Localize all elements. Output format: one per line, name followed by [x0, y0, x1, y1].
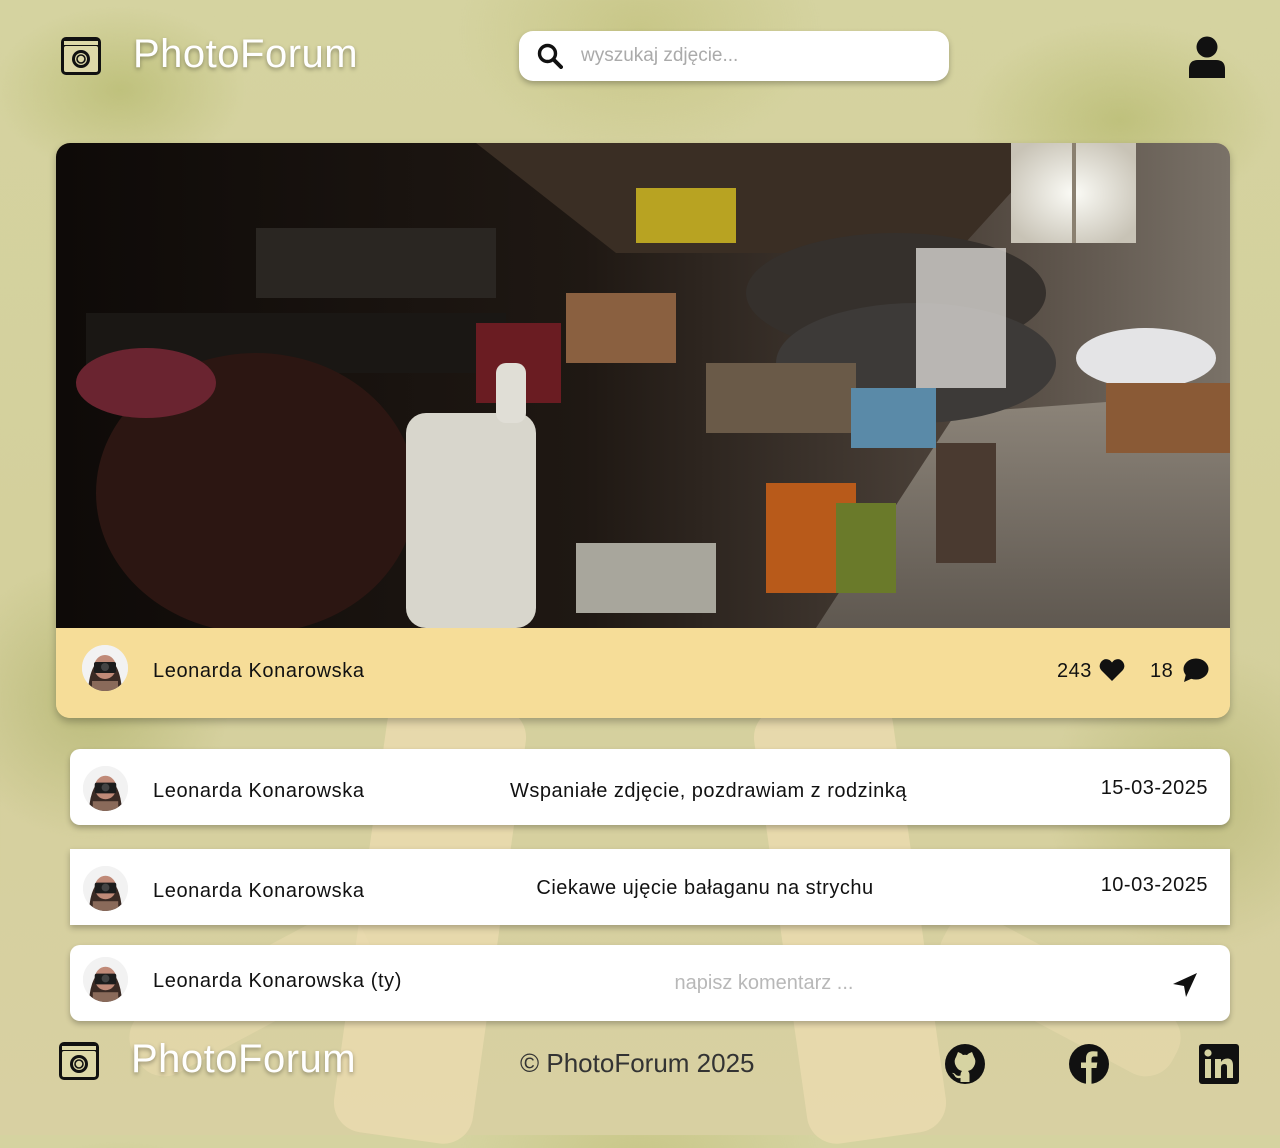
comment-item: Leonarda Konarowska Ciekawe ujęcie bałag… [70, 849, 1230, 925]
linkedin-icon[interactable] [1198, 1043, 1240, 1085]
footer-brand[interactable]: PhotoForum [131, 1037, 356, 1082]
github-icon[interactable] [944, 1043, 986, 1085]
comment-text: Ciekawe ujęcie bałaganu na strychu [536, 877, 874, 899]
post-meta-bar: Leonarda Konarowska 243 18 [56, 628, 1230, 718]
comment-date: 10-03-2025 [1100, 874, 1208, 896]
like-count: 243 [1057, 660, 1092, 682]
new-comment-form: Leonarda Konarowska (ty) [70, 945, 1230, 1021]
photo-post: Leonarda Konarowska 243 18 [56, 143, 1230, 718]
heart-icon[interactable] [1099, 658, 1125, 682]
avatar[interactable] [83, 866, 128, 911]
brand-title[interactable]: PhotoForum [133, 32, 358, 77]
search-input[interactable] [579, 44, 923, 68]
facebook-icon[interactable] [1068, 1043, 1110, 1085]
avatar[interactable] [83, 766, 128, 811]
current-user-name: Leonarda Konarowska (ty) [153, 970, 402, 992]
camera-icon[interactable] [61, 37, 101, 75]
avatar[interactable] [82, 645, 128, 691]
copyright-text: © PhotoForum 2025 [520, 1048, 755, 1078]
comment-input[interactable] [597, 971, 931, 996]
comment-author[interactable]: Leonarda Konarowska [153, 880, 365, 903]
post-author[interactable]: Leonarda Konarowska [153, 660, 365, 683]
camera-icon[interactable] [59, 1042, 99, 1080]
avatar[interactable] [83, 957, 128, 1002]
comment-icon[interactable] [1183, 658, 1209, 683]
comment-author[interactable]: Leonarda Konarowska [153, 780, 365, 803]
comment-item: Leonarda Konarowska Wspaniałe zdjęcie, p… [70, 749, 1230, 825]
comment-text: Wspaniałe zdjęcie, pozdrawiam z rodzinką [510, 780, 907, 802]
search-bar[interactable] [519, 31, 949, 81]
post-photo[interactable] [56, 143, 1230, 628]
send-icon[interactable] [1172, 972, 1198, 998]
search-icon[interactable] [537, 43, 563, 69]
comment-count: 18 [1150, 660, 1174, 682]
comment-date: 15-03-2025 [1100, 777, 1208, 799]
user-icon[interactable] [1187, 36, 1227, 78]
